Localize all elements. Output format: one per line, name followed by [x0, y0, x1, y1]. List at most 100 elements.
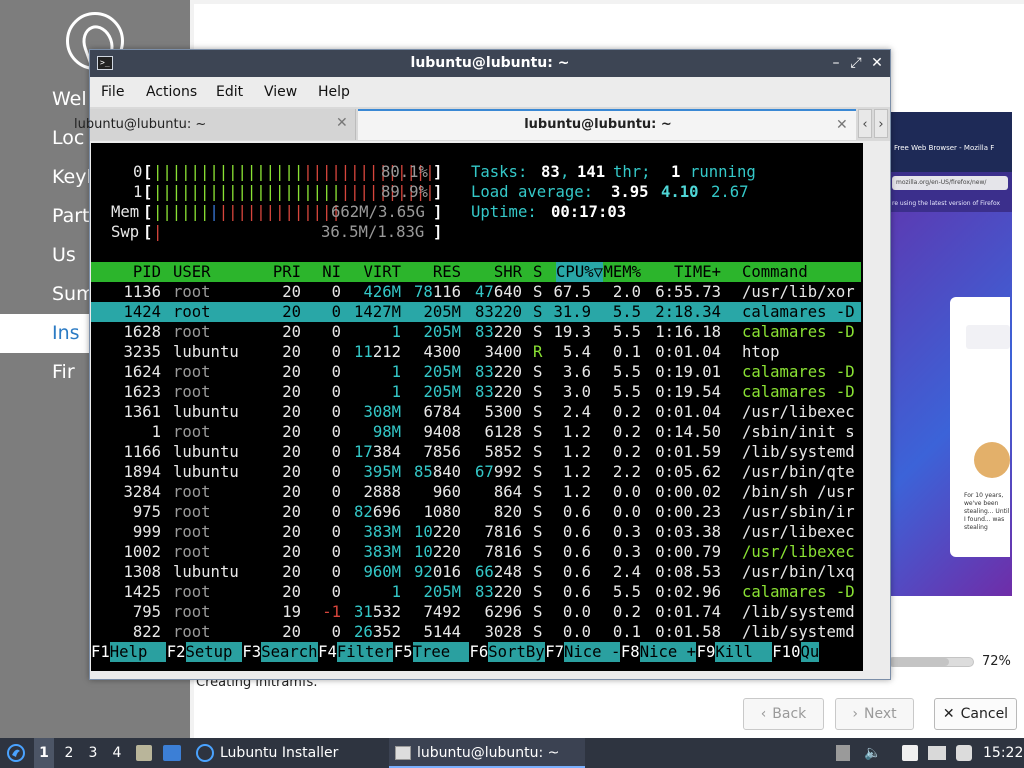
maximize-icon[interactable]: ⤢: [846, 50, 866, 77]
process-row[interactable]: 1424 root 20 0 1427M 205M 83220 S 31.9 5.5 2:18.34…: [91, 302, 861, 322]
process-row[interactable]: 1624 root 20 0 1 205M 83220 S 3.6 5.5 0:19.01 calam…: [91, 362, 861, 382]
cell-mem: 0.2: [612, 403, 641, 421]
tab-close-icon[interactable]: ✕: [336, 108, 348, 139]
fkey-f2: F2: [166, 643, 186, 661]
menu-edit[interactable]: Edit: [216, 77, 243, 107]
column-header-res[interactable]: RES: [433, 262, 461, 282]
clipboard-icon[interactable]: [902, 745, 918, 761]
column-header-pri[interactable]: PRI: [273, 262, 301, 282]
cell-ni: 0: [331, 303, 341, 321]
cell-mem: 0.3: [612, 543, 641, 561]
show-desktop-icon[interactable]: [163, 745, 181, 761]
process-row[interactable]: 999 root 20 0 383M 10220 7816 S 0.6 0.3 0:03.38/us…: [91, 522, 861, 542]
column-header-ni[interactable]: NI: [322, 262, 341, 282]
process-row[interactable]: 1002 root 20 0 383M 10220 7816 S 0.6 0.3 0:00.79/u…: [91, 542, 861, 562]
mem-value: 662M/3.65G: [331, 203, 425, 221]
fkey-action-f10[interactable]: Qu: [800, 642, 820, 662]
cell-shr: 83220: [475, 583, 522, 601]
tab-scroll-left-icon[interactable]: ‹: [858, 109, 872, 138]
process-row[interactable]: 975 root 20 0 82696 1080 820 S 0.6 0.0 0:00.23/usr…: [91, 502, 861, 522]
tab-close-icon[interactable]: ✕: [836, 110, 848, 141]
cell-virt: 308M: [363, 403, 401, 421]
terminal-titlebar[interactable]: >_ lubuntu@lubuntu: ~ – ⤢ ✕: [90, 50, 890, 77]
cell-res: 9408: [423, 423, 461, 441]
clock[interactable]: 15:22: [983, 738, 1023, 768]
workspace-2[interactable]: 2: [62, 738, 76, 768]
back-button[interactable]: ‹ Back: [743, 698, 824, 730]
terminal-window[interactable]: >_ lubuntu@lubuntu: ~ – ⤢ ✕ File Actions…: [74, 49, 891, 680]
fkey-action-f7[interactable]: Nice -: [564, 642, 621, 662]
fkey-action-f8[interactable]: Nice +: [639, 642, 697, 662]
terminal-scrollbar[interactable]: [865, 143, 890, 679]
column-header-state[interactable]: S: [533, 262, 542, 282]
fkey-action-f1[interactable]: Help: [109, 642, 167, 662]
process-row[interactable]: 1623 root 20 0 1 205M 83220 S 3.0 5.5 0:19.54 calam…: [91, 382, 861, 402]
cell-time: 0:00.79: [655, 543, 721, 561]
column-header-command[interactable]: Command: [742, 262, 808, 282]
cell-command: /usr/lib/xor: [742, 283, 855, 301]
menu-actions[interactable]: Actions: [146, 77, 197, 107]
meter-bracket: ]: [433, 203, 443, 221]
tab-terminal-1[interactable]: lubuntu@lubuntu: ~ ✕: [74, 108, 356, 140]
cell-user: root: [173, 323, 211, 341]
fkey-action-f2[interactable]: Setup: [185, 642, 242, 662]
tab-scroll-right-icon[interactable]: ›: [874, 109, 888, 138]
process-row[interactable]: 1425 root 20 0 1 205M 83220 S 0.6 5.5 0:02.96 calam…: [91, 582, 861, 602]
start-menu-icon[interactable]: [6, 743, 26, 763]
column-header-shr[interactable]: SHR: [494, 262, 522, 282]
column-header-virt[interactable]: VIRT: [363, 262, 401, 282]
task-lubuntu-installer[interactable]: Lubuntu Installer: [192, 738, 386, 768]
fkey-action-f5[interactable]: Tree: [412, 642, 469, 662]
next-button[interactable]: › Next: [835, 698, 914, 730]
process-row[interactable]: 1136 root 20 0 426M 78116 47640 S 67.5 2.0 6:55.73…: [91, 282, 861, 302]
workspace-1[interactable]: 1: [34, 738, 54, 768]
fkey-action-f9[interactable]: Kill: [715, 642, 772, 662]
cell-res: 85840: [414, 463, 461, 481]
task-terminal[interactable]: lubuntu@lubuntu: ~: [389, 738, 585, 768]
close-window-icon[interactable]: ✕: [867, 50, 887, 77]
process-row[interactable]: 1628 root 20 0 1 205M 83220 S 19.3 5.5 1:16.18 cala…: [91, 322, 861, 342]
process-row[interactable]: 1361 lubuntu 20 0 308M 6784 5300 S 2.4 0.2 0:01.04…: [91, 402, 861, 422]
load-label: Load average:: [471, 183, 594, 201]
process-row[interactable]: 822 root 20 0 26352 5144 3028 S 0.0 0.1 0:01.58/li…: [91, 622, 861, 642]
cell-virt: 17384: [354, 443, 401, 461]
uptime-label: Uptime:: [471, 203, 537, 221]
fkey-action-f6[interactable]: SortBy: [488, 642, 545, 662]
workspace-4[interactable]: 4: [110, 738, 124, 768]
cell-shr: 47640: [475, 283, 522, 301]
column-header-time[interactable]: TIME+: [674, 262, 721, 282]
menu-view[interactable]: View: [264, 77, 297, 107]
process-row[interactable]: 3284 root 20 0 2888 960 864 S 1.2 0.0 0:00.02/bin/…: [91, 482, 861, 502]
column-header-user[interactable]: USER: [173, 262, 211, 282]
menu-file[interactable]: File: [101, 77, 124, 107]
fkey-action-f4[interactable]: Filter: [336, 642, 394, 662]
process-row[interactable]: 1 root 20 0 98M 9408 6128 S 1.2 0.2 0:14.50/sbin/i…: [91, 422, 861, 442]
minimize-icon[interactable]: –: [826, 50, 846, 77]
menu-help[interactable]: Help: [318, 77, 350, 107]
column-header-pid[interactable]: PID: [133, 262, 161, 282]
cell-state: S: [533, 383, 543, 401]
notification-icon[interactable]: [956, 745, 972, 761]
cell-state: S: [533, 443, 543, 461]
volume-icon[interactable]: 🔈: [864, 745, 881, 761]
process-row[interactable]: 795 root 19 -1 31532 7492 6296 S 0.0 0.2 0:01.74/l…: [91, 602, 861, 622]
file-manager-icon[interactable]: [136, 745, 152, 761]
process-row[interactable]: 1308 lubuntu 20 0 960M 92016 66248 S 0.6 2.4 0:08.…: [91, 562, 861, 582]
cell-shr: 864: [493, 483, 522, 501]
network-icon[interactable]: [928, 746, 946, 760]
column-header-cpu[interactable]: CPU%▽: [556, 262, 603, 282]
process-row[interactable]: 1166 lubuntu 20 0 17384 7856 5852 S 1.2 0.2 0:01.5…: [91, 442, 861, 462]
cell-pri: 20: [282, 343, 301, 361]
cancel-button[interactable]: ✕ Cancel: [934, 698, 1017, 730]
tab-terminal-2[interactable]: lubuntu@lubuntu: ~ ✕: [358, 109, 856, 140]
chevron-left-icon: ‹: [760, 706, 767, 722]
process-row[interactable]: 1894 lubuntu 20 0 395M 85840 67992 S 1.2 2.2 0:05.…: [91, 462, 861, 482]
workspace-3[interactable]: 3: [86, 738, 100, 768]
terminal-screen[interactable]: 0 [ |||||||||||||||||||||||||||||| 80.1%…: [91, 143, 863, 671]
process-row[interactable]: 3235 lubuntu 20 0 11212 4300 3400 R 5.4 0.1 0:01.0…: [91, 342, 861, 362]
cell-ni: 0: [331, 343, 341, 361]
fkey-action-f3[interactable]: Search: [261, 642, 318, 662]
updates-tray-icon[interactable]: [836, 745, 850, 761]
meter-bracket: [: [143, 183, 153, 201]
column-header-mem[interactable]: MEM%: [603, 262, 641, 282]
